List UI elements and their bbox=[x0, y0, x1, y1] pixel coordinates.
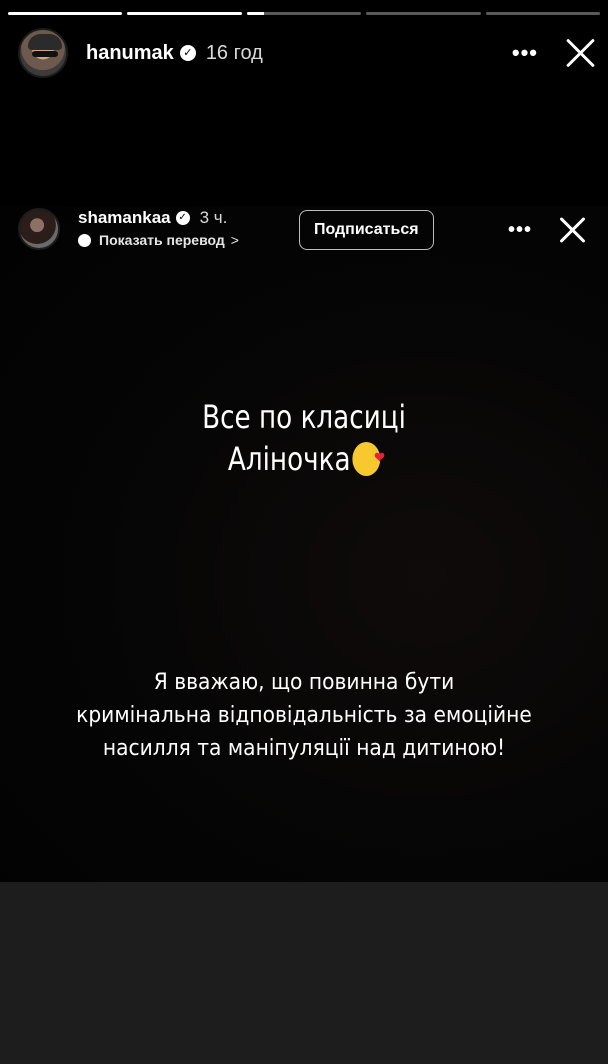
title-line: Аліночка bbox=[227, 440, 351, 478]
more-dots-icon[interactable]: ••• bbox=[508, 220, 532, 240]
title-line-with-emoji: Аліночка bbox=[55, 437, 554, 480]
close-icon[interactable] bbox=[558, 216, 586, 244]
progress-fill bbox=[127, 12, 242, 15]
verified-badge-icon: ✓ bbox=[175, 211, 190, 225]
follow-button[interactable]: Подписаться bbox=[298, 210, 434, 250]
translate-link[interactable]: Показать перевод > bbox=[78, 232, 239, 248]
more-dots-icon[interactable]: ••• bbox=[512, 42, 538, 64]
chevron-right-icon: > bbox=[230, 232, 239, 248]
shared-avatar[interactable] bbox=[18, 208, 60, 250]
shared-story-header: shamankaa ✓ 3 ч. Показать перевод > Подп… bbox=[18, 208, 586, 256]
story-header: hanumak ✓ 16 год ••• bbox=[18, 28, 596, 78]
progress-segment bbox=[127, 12, 242, 15]
progress-segment bbox=[366, 12, 481, 15]
story-progress bbox=[8, 12, 601, 15]
shared-user-line: shamankaa ✓ 3 ч. bbox=[78, 208, 239, 228]
story-time: 16 год bbox=[205, 41, 263, 64]
close-icon[interactable] bbox=[564, 37, 596, 69]
progress-segment bbox=[246, 12, 362, 15]
shared-story: shamankaa ✓ 3 ч. Показать перевод > Подп… bbox=[0, 206, 608, 882]
story-body: Я вважаю, що повинна бути кримінальна ві… bbox=[24, 666, 583, 765]
header-actions: ••• bbox=[512, 37, 596, 69]
avatar[interactable] bbox=[18, 28, 68, 78]
story-title: Все по класиці Аліночка bbox=[55, 396, 554, 480]
story-viewer: hanumak ✓ 16 год ••• shamankaa ✓ 3 ч. По… bbox=[0, 0, 608, 1064]
body-line: насилля та маніпуляції над дитиною! bbox=[102, 736, 506, 761]
progress-fill bbox=[246, 12, 264, 15]
translate-label: Показать перевод bbox=[99, 232, 225, 248]
title-line: Все по класиці bbox=[202, 398, 406, 436]
body-line: кримінальна відповідальність за емоційне bbox=[76, 703, 532, 728]
progress-fill bbox=[8, 12, 123, 15]
shared-header-actions: ••• bbox=[508, 216, 586, 244]
avatar-cap bbox=[28, 34, 62, 50]
kissing-face-emoji-icon bbox=[352, 437, 385, 479]
shared-username[interactable]: shamankaa bbox=[78, 208, 171, 228]
progress-segment bbox=[485, 12, 601, 15]
verified-badge-icon: ✓ bbox=[179, 45, 196, 61]
body-line: Я вважаю, що повинна бути bbox=[153, 670, 455, 695]
shared-meta: shamankaa ✓ 3 ч. Показать перевод > bbox=[78, 208, 239, 248]
avatar-glasses bbox=[32, 51, 58, 57]
shared-story-time: 3 ч. bbox=[199, 208, 228, 227]
username[interactable]: hanumak bbox=[86, 42, 174, 65]
bottom-area bbox=[0, 882, 608, 1064]
progress-segment bbox=[8, 12, 123, 15]
globe-icon bbox=[78, 233, 91, 247]
